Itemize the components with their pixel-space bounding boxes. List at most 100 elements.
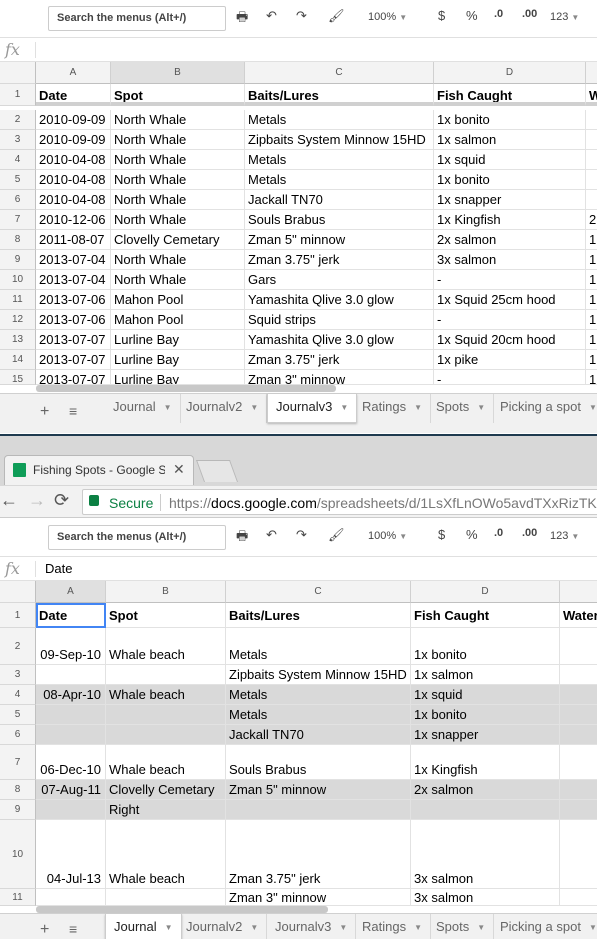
table-cell[interactable]: 09-Sep-10	[36, 628, 106, 665]
table-cell[interactable]: Zman 3.75" jerk	[245, 250, 434, 270]
undo-icon[interactable]: ↶	[266, 527, 277, 543]
percent-button[interactable]: %	[466, 8, 478, 23]
table-cell[interactable]: 1x bonito	[411, 705, 560, 725]
increase-decimal-button[interactable]: .00	[522, 527, 537, 539]
table-cell[interactable]: 1x bonito	[411, 628, 560, 665]
table-cell[interactable]: Gars	[245, 270, 434, 290]
table-cell[interactable]	[106, 665, 226, 685]
table-cell[interactable]	[36, 889, 106, 906]
table-cell[interactable]	[36, 800, 106, 820]
back-icon[interactable]: ←	[0, 490, 18, 511]
row-header[interactable]: 5	[0, 705, 36, 725]
row-header[interactable]: 8	[0, 230, 36, 250]
table-cell[interactable]: 2x salmon	[411, 780, 560, 800]
table-cell[interactable]: Zman 3.75" jerk	[226, 820, 411, 889]
header-cell[interactable]: Baits/Lures	[245, 84, 434, 106]
decrease-decimal-button[interactable]: .0	[494, 527, 503, 539]
browser-tab[interactable]: Fishing Spots - Google Sh ✕	[4, 455, 194, 485]
table-cell[interactable]: 2013-07-07	[36, 370, 111, 385]
chevron-down-icon[interactable]: ▼	[339, 915, 347, 939]
table-cell[interactable]	[560, 820, 597, 889]
sheet-tab[interactable]: Picking a spot ▼	[492, 394, 597, 423]
table-cell[interactable]: 2013-07-07	[36, 330, 111, 350]
sheet-tab[interactable]: Journalv2 ▼	[178, 394, 268, 423]
table-cell[interactable]	[560, 780, 597, 800]
paint-format-icon[interactable]: 🖌	[328, 527, 345, 543]
row-header[interactable]: 10	[0, 820, 36, 889]
print-icon[interactable]: 🖶	[236, 8, 248, 30]
table-cell[interactable]: 2010-09-09	[36, 110, 111, 130]
table-cell[interactable]: North Whale	[111, 110, 245, 130]
row-header[interactable]: 1	[0, 603, 36, 628]
table-cell[interactable]: 2010-09-09	[36, 130, 111, 150]
table-cell[interactable]	[560, 628, 597, 665]
table-cell[interactable]: 1	[586, 330, 597, 350]
table-cell[interactable]	[106, 889, 226, 906]
table-cell[interactable]	[106, 725, 226, 745]
sheet-tab[interactable]: Journal ▼	[105, 394, 181, 423]
column-header[interactable]: B	[111, 62, 245, 84]
table-cell[interactable]: Squid strips	[245, 310, 434, 330]
row-header[interactable]: 4	[0, 150, 36, 170]
row-header[interactable]: 14	[0, 350, 36, 370]
table-cell[interactable]: North Whale	[111, 250, 245, 270]
row-header[interactable]: 7	[0, 210, 36, 230]
row-header[interactable]: 13	[0, 330, 36, 350]
table-cell[interactable]: 1	[586, 370, 597, 385]
table-cell[interactable]: 1x salmon	[411, 665, 560, 685]
header-cell[interactable]: Date	[36, 603, 106, 628]
table-cell[interactable]: 2010-04-08	[36, 150, 111, 170]
row-header[interactable]: 12	[0, 310, 36, 330]
column-header[interactable]: A	[36, 581, 106, 603]
menu-search-input[interactable]: Search the menus (Alt+/)	[48, 6, 226, 31]
table-cell[interactable]	[586, 110, 597, 130]
chevron-down-icon[interactable]: ▼	[250, 395, 258, 421]
add-sheet-icon[interactable]: +	[40, 403, 49, 421]
table-cell[interactable]: Metals	[226, 628, 411, 665]
undo-icon[interactable]: ↶	[266, 8, 277, 24]
new-tab-button[interactable]	[195, 460, 239, 482]
table-cell[interactable]: North Whale	[111, 210, 245, 230]
table-cell[interactable]	[586, 130, 597, 150]
table-cell[interactable]: 06-Dec-10	[36, 745, 106, 780]
all-sheets-icon[interactable]: ≡	[69, 921, 77, 937]
menu-search-input-2[interactable]: Search the menus (Alt+/)	[48, 525, 226, 550]
table-cell[interactable]: 2013-07-04	[36, 250, 111, 270]
paint-format-icon[interactable]: 🖌	[328, 8, 345, 24]
row-header[interactable]: 8	[0, 780, 36, 800]
table-cell[interactable]: 2010-12-06	[36, 210, 111, 230]
table-cell[interactable]: 2013-07-04	[36, 270, 111, 290]
chevron-down-icon[interactable]: ▼	[477, 915, 485, 939]
row-header[interactable]: 1	[0, 84, 36, 106]
table-cell[interactable]: North Whale	[111, 130, 245, 150]
column-header[interactable]: D	[434, 62, 586, 84]
table-cell[interactable]: 1x salmon	[434, 130, 586, 150]
sheet-tab[interactable]: Journalv2 ▼	[178, 914, 268, 939]
table-cell[interactable]: 1x Kingfish	[411, 745, 560, 780]
header-cell[interactable]: W	[586, 84, 597, 106]
table-cell[interactable]	[226, 800, 411, 820]
table-cell[interactable]: Zman 3" minnow	[226, 889, 411, 906]
table-cell[interactable]: Lurline Bay	[111, 350, 245, 370]
chevron-down-icon[interactable]: ▼	[589, 915, 597, 939]
table-cell[interactable]: 2013-07-07	[36, 350, 111, 370]
column-header[interactable]: A	[36, 62, 111, 84]
sheet-tab[interactable]: Journalv3 ▼	[267, 914, 357, 939]
table-cell[interactable]	[106, 705, 226, 725]
table-cell[interactable]: Jackall TN70	[226, 725, 411, 745]
redo-icon[interactable]: ↷	[296, 8, 307, 24]
formula-input[interactable]: Date	[45, 561, 72, 576]
table-cell[interactable]: North Whale	[111, 270, 245, 290]
row-header[interactable]: 11	[0, 889, 36, 906]
table-cell[interactable]	[560, 745, 597, 780]
table-cell[interactable]: 2013-07-06	[36, 310, 111, 330]
close-tab-icon[interactable]: ✕	[173, 461, 185, 478]
table-cell[interactable]: 1x bonito	[434, 110, 586, 130]
reload-icon[interactable]: ⟳	[54, 490, 69, 511]
decrease-decimal-button[interactable]: .0	[494, 8, 503, 20]
table-cell[interactable]	[411, 800, 560, 820]
row-header[interactable]: 6	[0, 725, 36, 745]
chevron-down-icon[interactable]: ▼	[477, 395, 485, 421]
row-header[interactable]: 2	[0, 628, 36, 665]
header-cell[interactable]: Fish Caught	[434, 84, 586, 106]
